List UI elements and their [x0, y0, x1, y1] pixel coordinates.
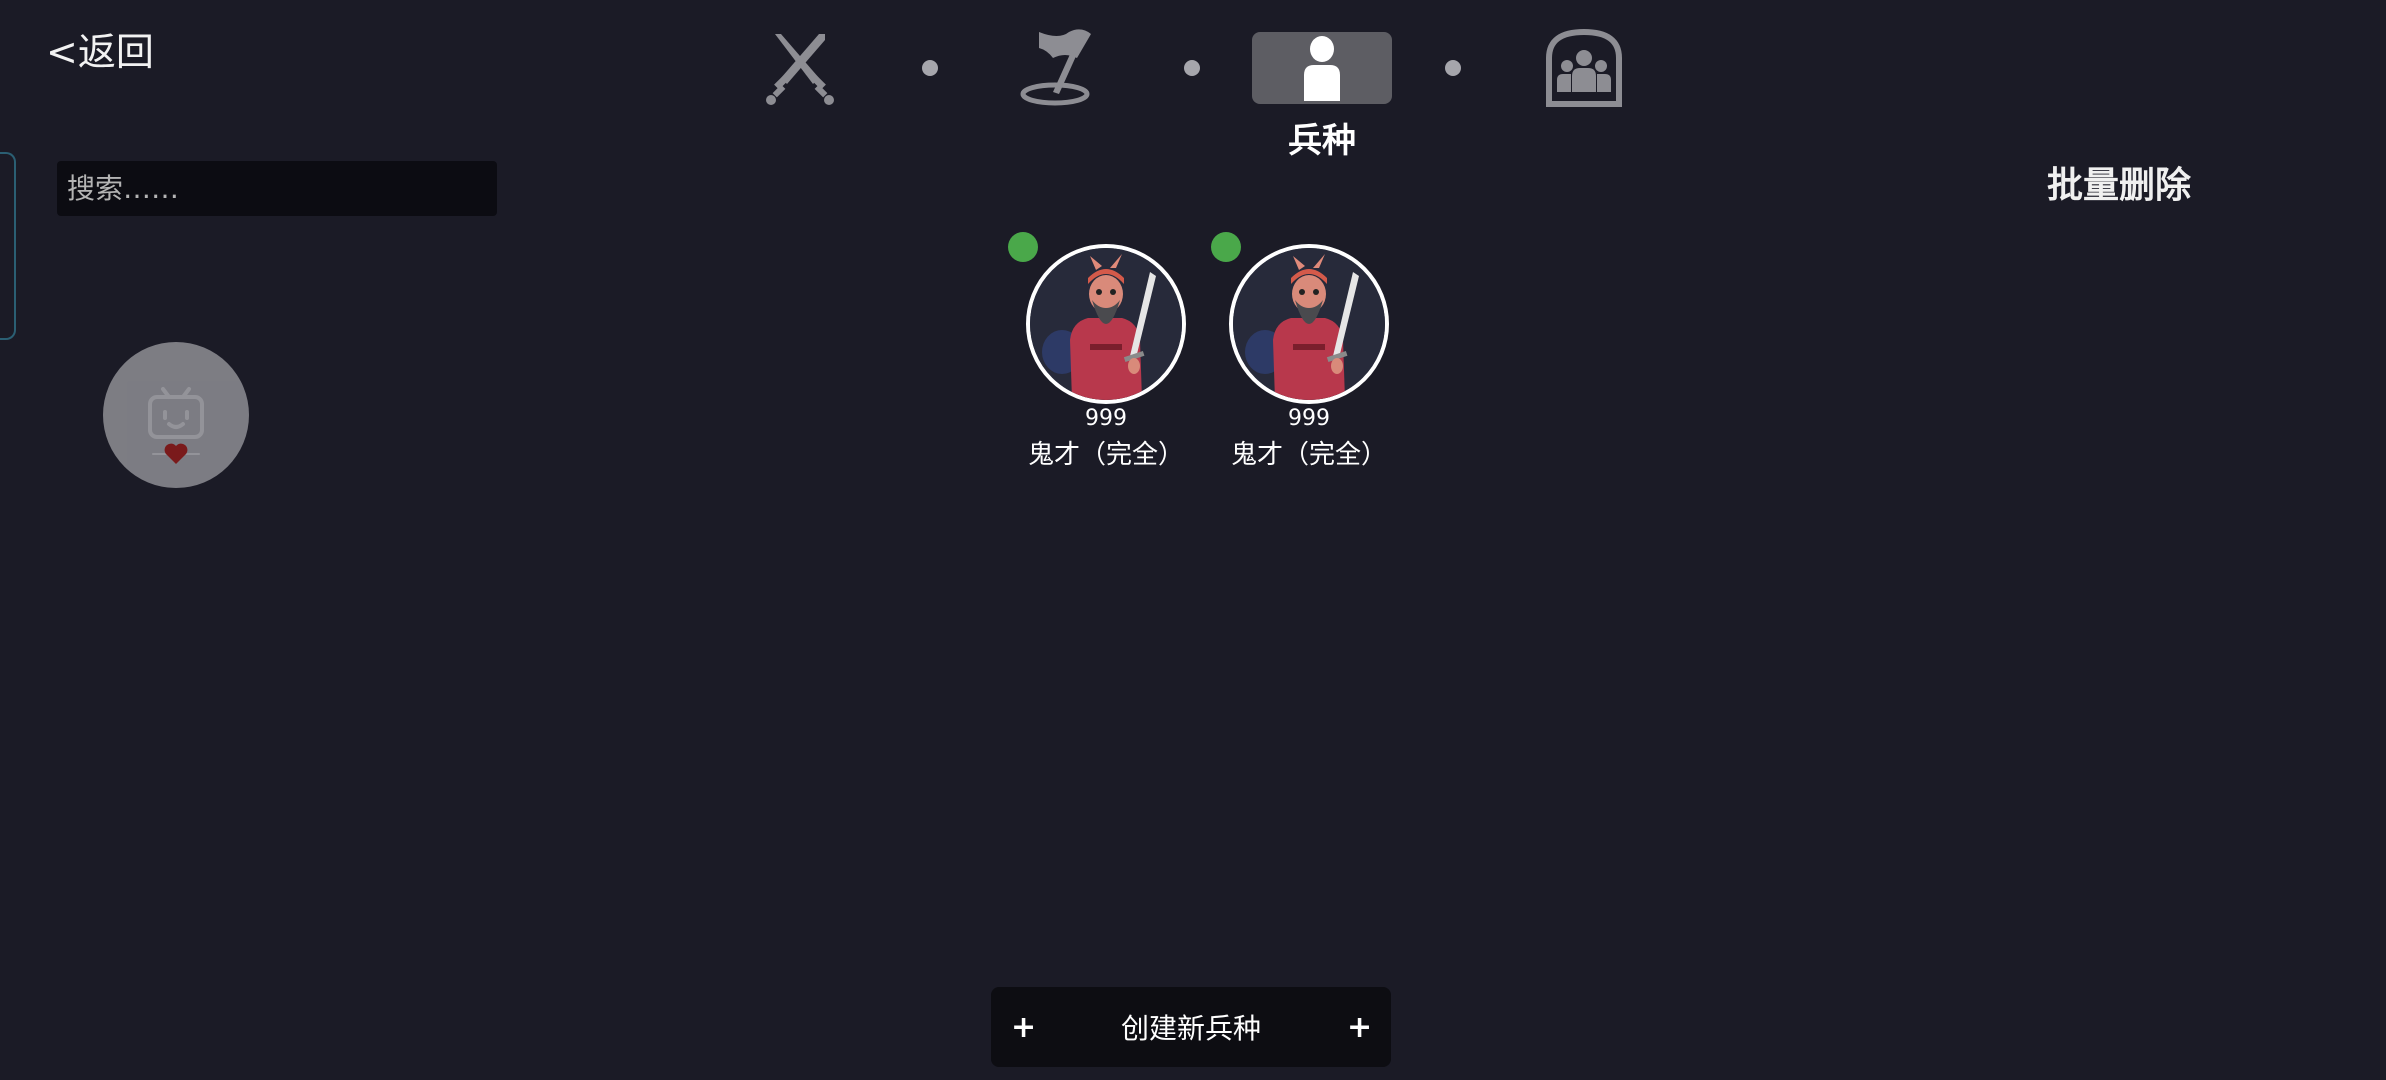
warrior-portrait-icon [1233, 248, 1385, 400]
tv-heart-icon [148, 387, 204, 464]
unit-level: 999 [1085, 406, 1127, 431]
plus-icon: + [1011, 1009, 1037, 1045]
nav-item-battle[interactable] [730, 28, 870, 108]
top-nav: 兵种 [0, 28, 2386, 161]
create-unit-button[interactable]: + 创建新兵种 + [991, 987, 1391, 1067]
nav-item-map[interactable] [992, 28, 1132, 108]
nav-separator-dot [1445, 60, 1461, 76]
unit-status-indicator [1008, 232, 1038, 262]
nav-active-label: 兵种 [1288, 121, 1356, 161]
crossed-swords-icon [766, 34, 834, 105]
nav-item-units[interactable] [1252, 32, 1392, 104]
unit-avatar [1026, 244, 1186, 404]
floating-assistant-button[interactable] [103, 342, 249, 488]
unit-status-indicator [1211, 232, 1241, 262]
unit-name: 鬼才（完全） [1230, 440, 1387, 470]
warrior-portrait-icon [1030, 248, 1182, 400]
batch-delete-button[interactable]: 批量删除 [2047, 156, 2191, 208]
search-input[interactable] [57, 161, 497, 216]
nav-item-army[interactable] [1514, 28, 1654, 108]
unit-editor-screen: <返回 搜索…… 兵种 批量删除 999 鬼才（完全） 999 鬼才（完全） +… [0, 0, 2386, 1080]
unit-avatar [1229, 244, 1389, 404]
unit-card[interactable]: 999 鬼才（完全） [1211, 232, 1411, 470]
group-icon [1546, 28, 1622, 107]
plus-icon: + [1346, 1009, 1373, 1045]
create-unit-label: 创建新兵种 [1120, 1012, 1261, 1045]
unit-card[interactable]: 999 鬼才（完全） [1008, 232, 1208, 470]
unit-level: 999 [1288, 406, 1330, 431]
nav-separator-dot [922, 60, 938, 76]
side-drawer-handle[interactable] [0, 152, 16, 340]
nav-separator-dot [1184, 60, 1200, 76]
flag-map-icon [1020, 29, 1091, 106]
unit-name: 鬼才（完全） [1027, 440, 1184, 470]
person-icon [1304, 36, 1340, 101]
